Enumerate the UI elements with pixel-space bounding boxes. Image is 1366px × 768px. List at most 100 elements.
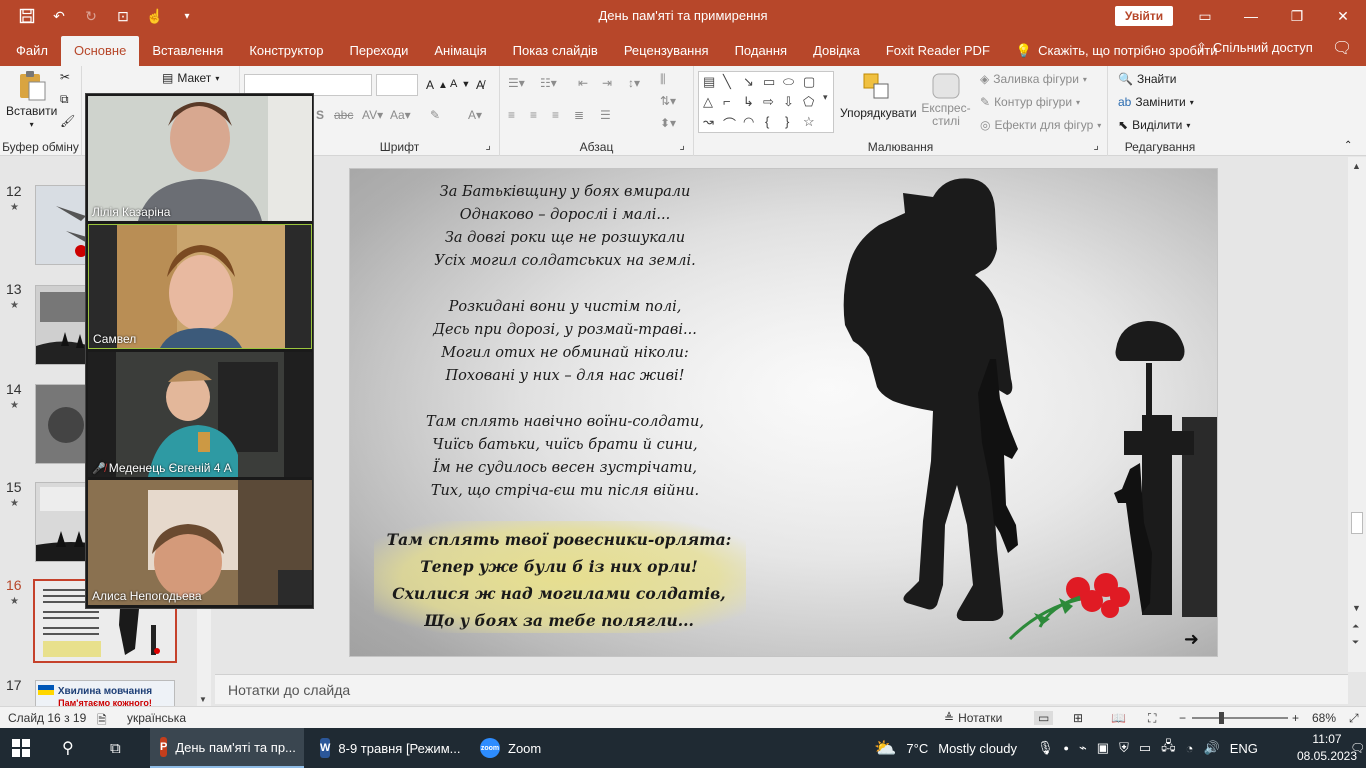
select-button[interactable]: ⬉ Виділити ▾ (1118, 118, 1190, 132)
right-arrow-shape-icon[interactable]: ⇨ (763, 94, 774, 110)
zoom-slider-thumb[interactable] (1219, 712, 1224, 724)
weather-temp[interactable]: 7°C (906, 741, 928, 756)
next-slide-icon[interactable]: ⏷ (1352, 637, 1359, 648)
clear-format-icon[interactable]: A̸ (476, 78, 484, 92)
volume-icon[interactable]: 🔊 (1204, 740, 1220, 756)
bullets-icon[interactable]: ☰▾ (508, 76, 525, 90)
rounded-rect-shape-icon[interactable]: ▢ (803, 74, 815, 90)
paste-button[interactable]: Вставити ▾ (6, 70, 57, 129)
redo-icon[interactable]: ↻ (82, 7, 100, 25)
line-spacing-icon[interactable]: ↕▾ (628, 76, 640, 90)
increase-indent-icon[interactable]: ⇥ (602, 76, 612, 90)
curve-shape-icon[interactable]: ⌒ (723, 114, 736, 133)
notifications-icon[interactable]: 🗨 (1350, 728, 1365, 768)
shapes-gallery[interactable]: ▤ ╲ ↘ ▭ ⬭ ▢ △ ⌐ ↳ ⇨ ⇩ ⬠ ↝ ⌒ ◠ { } ☆ ▾ (698, 71, 834, 133)
shape-effects-button[interactable]: ◎ Ефекти для фігур ▾ (980, 118, 1101, 132)
tab-home[interactable]: Основне (60, 36, 140, 66)
fit-slide-icon[interactable]: ⤢ (1349, 711, 1359, 726)
notes-pane[interactable]: Нотатки до слайда (215, 674, 1348, 704)
share-button[interactable]: ⇪ Спільний доступ (1196, 40, 1313, 56)
security-icon[interactable]: ⛨ (1119, 740, 1129, 756)
scroll-thumb[interactable] (1351, 512, 1363, 534)
notes-toggle-button[interactable]: ≜ Нотатки (944, 711, 1002, 725)
zoom-out-icon[interactable]: − (1179, 711, 1186, 725)
text-direction-icon[interactable]: ⇅▾ (660, 94, 676, 108)
quick-styles-button[interactable]: Експрес-стилі (920, 72, 972, 128)
shape-outline-button[interactable]: ✎ Контур фігури ▾ (980, 95, 1080, 109)
tab-animations[interactable]: Анімація (421, 36, 499, 66)
tab-insert[interactable]: Вставлення (139, 36, 236, 66)
display-icon[interactable]: ▭ (1139, 740, 1151, 756)
sign-in-button[interactable]: Увійти (1115, 6, 1173, 26)
weather-icon[interactable]: ⛅ (874, 738, 896, 759)
zoom-level[interactable]: 68% (1312, 711, 1336, 725)
input-language[interactable]: ENG (1230, 741, 1258, 756)
layout-button[interactable]: ▤ Макет ▾ (162, 71, 219, 85)
reading-view-icon[interactable]: 📖 (1111, 711, 1126, 725)
video-tile[interactable]: 🎤̸ Меденець Євгеній 4 А (88, 352, 312, 477)
copy-icon[interactable]: ⧉ (60, 92, 69, 107)
maximize-icon[interactable]: ❐ (1274, 0, 1320, 32)
touch-mode-icon[interactable]: ☝ (146, 7, 164, 25)
video-tile[interactable]: Лілія Казаріна (88, 96, 312, 221)
down-arrow-shape-icon[interactable]: ⇩ (783, 94, 794, 110)
elbow-arrow-icon[interactable]: ↳ (743, 94, 754, 110)
taskbar-app-powerpoint[interactable]: P День пам'яті та пр... (150, 728, 304, 768)
start-from-beginning-icon[interactable]: ⊡ (114, 7, 132, 25)
cut-icon[interactable]: ✂ (60, 70, 70, 84)
highlight-icon[interactable]: ✎ (430, 108, 440, 122)
tab-slideshow[interactable]: Показ слайдів (500, 36, 611, 66)
strikethrough-icon[interactable]: abc (334, 108, 353, 122)
shrink-font-icon[interactable]: A ▼ (450, 78, 470, 90)
start-button[interactable] (12, 728, 30, 768)
triangle-shape-icon[interactable]: △ (703, 94, 713, 110)
format-painter-icon[interactable]: 🖌 (60, 114, 75, 128)
tab-help[interactable]: Довідка (800, 36, 873, 66)
grow-font-icon[interactable]: A ▲ (426, 78, 448, 92)
scroll-down-icon[interactable]: ▼ (1352, 603, 1361, 613)
line-shape-icon[interactable]: ╲ (723, 74, 731, 90)
search-icon[interactable]: ⚲ (62, 728, 74, 768)
shape-fill-button[interactable]: ◈ Заливка фігури ▾ (980, 72, 1087, 86)
normal-view-icon[interactable]: ▭ (1034, 711, 1054, 725)
decrease-indent-icon[interactable]: ⇤ (578, 76, 588, 90)
zoom-tray-icon[interactable]: ● (1064, 743, 1069, 753)
rectangle-shape-icon[interactable]: ▭ (763, 74, 775, 90)
task-view-icon[interactable]: ⧉ (110, 728, 121, 768)
slide-sorter-icon[interactable]: ⊞ (1073, 711, 1083, 725)
tab-file[interactable]: Файл (3, 36, 61, 66)
freeform-shape-icon[interactable]: ↝ (703, 114, 714, 130)
drawing-dialog-icon[interactable]: ⌟ (1093, 138, 1099, 152)
minimize-icon[interactable]: — (1228, 0, 1274, 32)
find-button[interactable]: 🔍 Знайти (1118, 72, 1176, 86)
font-dialog-icon[interactable]: ⌟ (485, 138, 491, 152)
slide-scrollbar[interactable]: ▲ ▼ ⏶ ⏷ (1348, 157, 1366, 672)
undo-icon[interactable]: ↶ (50, 7, 68, 25)
taskbar-app-zoom[interactable]: zoom Zoom (470, 728, 560, 768)
left-brace-shape-icon[interactable]: { (765, 114, 769, 129)
char-spacing-icon[interactable]: AV▾ (362, 108, 383, 122)
next-slide-arrow-icon[interactable]: ➜ (1184, 629, 1199, 650)
collapse-ribbon-icon[interactable]: ⌃ (1344, 140, 1352, 151)
columns-icon[interactable]: ⫼ (660, 72, 666, 87)
gallery-more-icon[interactable]: ▾ (823, 92, 828, 103)
pentagon-shape-icon[interactable]: ⬠ (803, 94, 814, 110)
taskbar-app-word[interactable]: W 8-9 травня [Режим... (310, 728, 468, 768)
wifi-icon[interactable]: ◔ (1186, 741, 1194, 756)
numbering-icon[interactable]: ☷▾ (540, 76, 557, 90)
change-case-icon[interactable]: Aa▾ (390, 108, 411, 122)
paragraph-dialog-icon[interactable]: ⌟ (679, 138, 685, 152)
justify-icon[interactable]: ≣ (574, 108, 584, 122)
save-icon[interactable] (18, 7, 36, 25)
video-tile-active-speaker[interactable]: Самвел (88, 224, 312, 349)
slide-canvas[interactable]: За Батьківщину у боях вмирали Однаково –… (349, 168, 1218, 657)
arc-shape-icon[interactable]: ◠ (743, 114, 754, 130)
font-size-select[interactable] (376, 74, 418, 96)
scroll-up-icon[interactable]: ▲ (1352, 161, 1361, 171)
shadow-icon[interactable]: S (316, 108, 324, 122)
zoom-slider[interactable] (1192, 717, 1288, 719)
tab-view[interactable]: Подання (722, 36, 801, 66)
elbow-connector-icon[interactable]: ⌐ (723, 94, 731, 109)
arrow-line-shape-icon[interactable]: ↘ (743, 74, 754, 90)
ribbon-display-icon[interactable]: ▭ (1182, 0, 1228, 32)
